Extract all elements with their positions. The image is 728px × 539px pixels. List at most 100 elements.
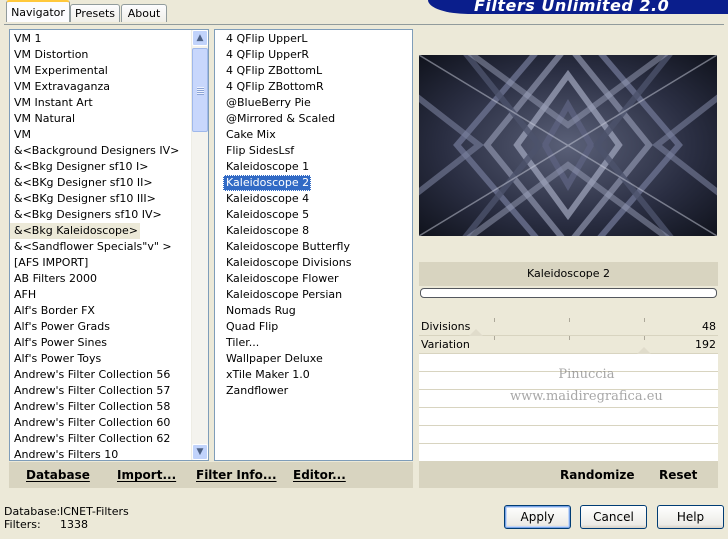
param-value: 192 (695, 338, 716, 351)
list-item[interactable]: VM Instant Art (10, 95, 95, 111)
list-item[interactable]: Nomads Rug (223, 303, 298, 319)
list-item[interactable]: @Mirrored & Scaled (223, 111, 337, 127)
list-item[interactable]: Kaleidoscope 1 (223, 159, 311, 175)
slider-tick (569, 336, 570, 340)
list-item[interactable]: Kaleidoscope Flower (223, 271, 341, 287)
list-item[interactable]: &<Bkg Designers sf10 IV> (10, 207, 164, 223)
param-name: Variation (421, 338, 470, 351)
reset-button[interactable]: Reset (659, 462, 697, 488)
list-item[interactable]: 4 QFlip ZBottomL (223, 63, 324, 79)
list-item[interactable]: Kaleidoscope 5 (223, 207, 311, 223)
tab-navigator[interactable]: Navigator (6, 0, 70, 22)
tab-label: Presets (74, 7, 116, 20)
database-button[interactable]: Database (26, 462, 90, 488)
param-divisions[interactable]: Divisions 48 (419, 318, 718, 336)
preview-toolbar: Randomize Reset (419, 462, 718, 488)
list-item[interactable]: VM Extravaganza (10, 79, 112, 95)
list-item[interactable]: Flip SidesLsf (223, 143, 296, 159)
scroll-up-button[interactable]: ▲ (192, 30, 208, 46)
editor-button[interactable]: Editor... (293, 462, 346, 488)
list-item[interactable]: Andrew's Filters 10 (10, 447, 120, 460)
watermark-line: www.maidiregrafica.eu (510, 389, 663, 404)
watermark: Pinuccia www.maidiregrafica.eu (510, 364, 663, 408)
tab-presets[interactable]: Presets (70, 4, 120, 22)
list-item[interactable]: [AFS IMPORT] (10, 255, 90, 271)
list-item[interactable]: Kaleidoscope Divisions (223, 255, 353, 271)
list-item[interactable]: Alf's Power Grads (10, 319, 112, 335)
list-item[interactable]: VM 1 (10, 31, 44, 47)
list-item[interactable]: Tiler... (223, 335, 261, 351)
app-banner: Filters Unlimited 2.0 (428, 0, 728, 14)
param-empty-row (419, 408, 718, 426)
tab-divider (4, 24, 724, 25)
list-item[interactable]: Quad Flip (223, 319, 280, 335)
filter-list[interactable]: 4 QFlip UpperL 4 QFlip UpperR 4 QFlip ZBot… (214, 29, 413, 461)
database-label: Database: (4, 505, 61, 518)
scroll-thumb[interactable] (192, 48, 208, 132)
list-item[interactable]: 4 QFlip UpperL (223, 31, 310, 47)
tab-label: About (127, 7, 161, 20)
category-scrollbar[interactable]: ▲ ▼ (191, 30, 208, 460)
list-item[interactable]: 4 QFlip UpperR (223, 47, 311, 63)
list-item[interactable]: @BlueBerry Pie (223, 95, 313, 111)
slider-tick (494, 318, 495, 322)
scroll-down-button[interactable]: ▼ (192, 444, 208, 460)
list-item[interactable]: Alf's Power Sines (10, 335, 109, 351)
list-item[interactable]: Andrew's Filter Collection 58 (10, 399, 172, 415)
slider-tick (644, 336, 645, 340)
slider-tick (569, 318, 570, 322)
list-item[interactable]: &<BKg Designer sf10 II> (10, 175, 155, 191)
filters-label: Filters: (4, 518, 41, 531)
preview-filter-name: Kaleidoscope 2 (419, 262, 718, 286)
tab-about[interactable]: About (121, 4, 167, 22)
param-value: 48 (702, 320, 716, 333)
list-item[interactable]: &<Background Designers IV> (10, 143, 181, 159)
kaleidoscope-preview (419, 55, 717, 236)
import-button[interactable]: Import... (117, 462, 176, 488)
app-title: Filters Unlimited 2.0 (474, 0, 670, 14)
param-empty-row (419, 444, 718, 462)
help-button[interactable]: Help (657, 505, 724, 529)
list-item[interactable]: &<Sandflower Specials"v" > (10, 239, 174, 255)
list-item[interactable]: Zandflower (223, 383, 290, 399)
list-item[interactable]: AB Filters 2000 (10, 271, 99, 287)
filter-info-button[interactable]: Filter Info... (196, 462, 277, 488)
list-item[interactable]: Kaleidoscope Butterfly (223, 239, 352, 255)
list-item[interactable]: Kaleidoscope 4 (223, 191, 311, 207)
category-list[interactable]: VM 1 VM Distortion VM Experimental VM Extra… (9, 29, 209, 461)
param-variation[interactable]: Variation 192 (419, 336, 718, 354)
list-item[interactable]: &<Bkg Designer sf10 I> (10, 159, 151, 175)
list-item[interactable]: VM Distortion (10, 47, 90, 63)
list-item[interactable]: VM Natural (10, 111, 77, 127)
list-item[interactable]: Andrew's Filter Collection 62 (10, 431, 172, 447)
list-item[interactable]: Andrew's Filter Collection 56 (10, 367, 172, 383)
filters-count: 1338 (60, 518, 88, 531)
list-item[interactable]: Alf's Power Toys (10, 351, 103, 367)
list-item[interactable]: VM Experimental (10, 63, 110, 79)
cancel-button[interactable]: Cancel (580, 505, 647, 529)
list-item[interactable]: Cake Mix (223, 127, 278, 143)
tab-label: Navigator (11, 6, 65, 19)
list-item[interactable]: Alf's Border FX (10, 303, 97, 319)
randomize-button[interactable]: Randomize (560, 462, 634, 488)
list-item[interactable]: Kaleidoscope 2 (223, 175, 312, 191)
list-item[interactable]: AFH (10, 287, 38, 303)
grip-icon (197, 87, 204, 95)
filter-preview-image (419, 55, 717, 236)
slider-thumb[interactable] (469, 329, 483, 336)
slider-thumb[interactable] (637, 347, 651, 354)
list-item[interactable]: xTile Maker 1.0 (223, 367, 312, 383)
database-value: ICNET-Filters (60, 505, 129, 518)
apply-button[interactable]: Apply (504, 505, 571, 529)
status-info: Database:ICNET-Filters Filters: 1338 (4, 505, 129, 531)
list-item[interactable]: &<Bkg Kaleidoscope> (10, 223, 141, 239)
list-item[interactable]: Wallpaper Deluxe (223, 351, 325, 367)
list-item[interactable]: Kaleidoscope 8 (223, 223, 311, 239)
list-item[interactable]: Kaleidoscope Persian (223, 287, 344, 303)
param-empty-row (419, 426, 718, 444)
list-item[interactable]: 4 QFlip ZBottomR (223, 79, 326, 95)
list-item[interactable]: Andrew's Filter Collection 57 (10, 383, 172, 399)
list-item[interactable]: &<BKg Designer sf10 III> (10, 191, 158, 207)
list-item[interactable]: VM (10, 127, 33, 143)
list-item[interactable]: Andrew's Filter Collection 60 (10, 415, 172, 431)
